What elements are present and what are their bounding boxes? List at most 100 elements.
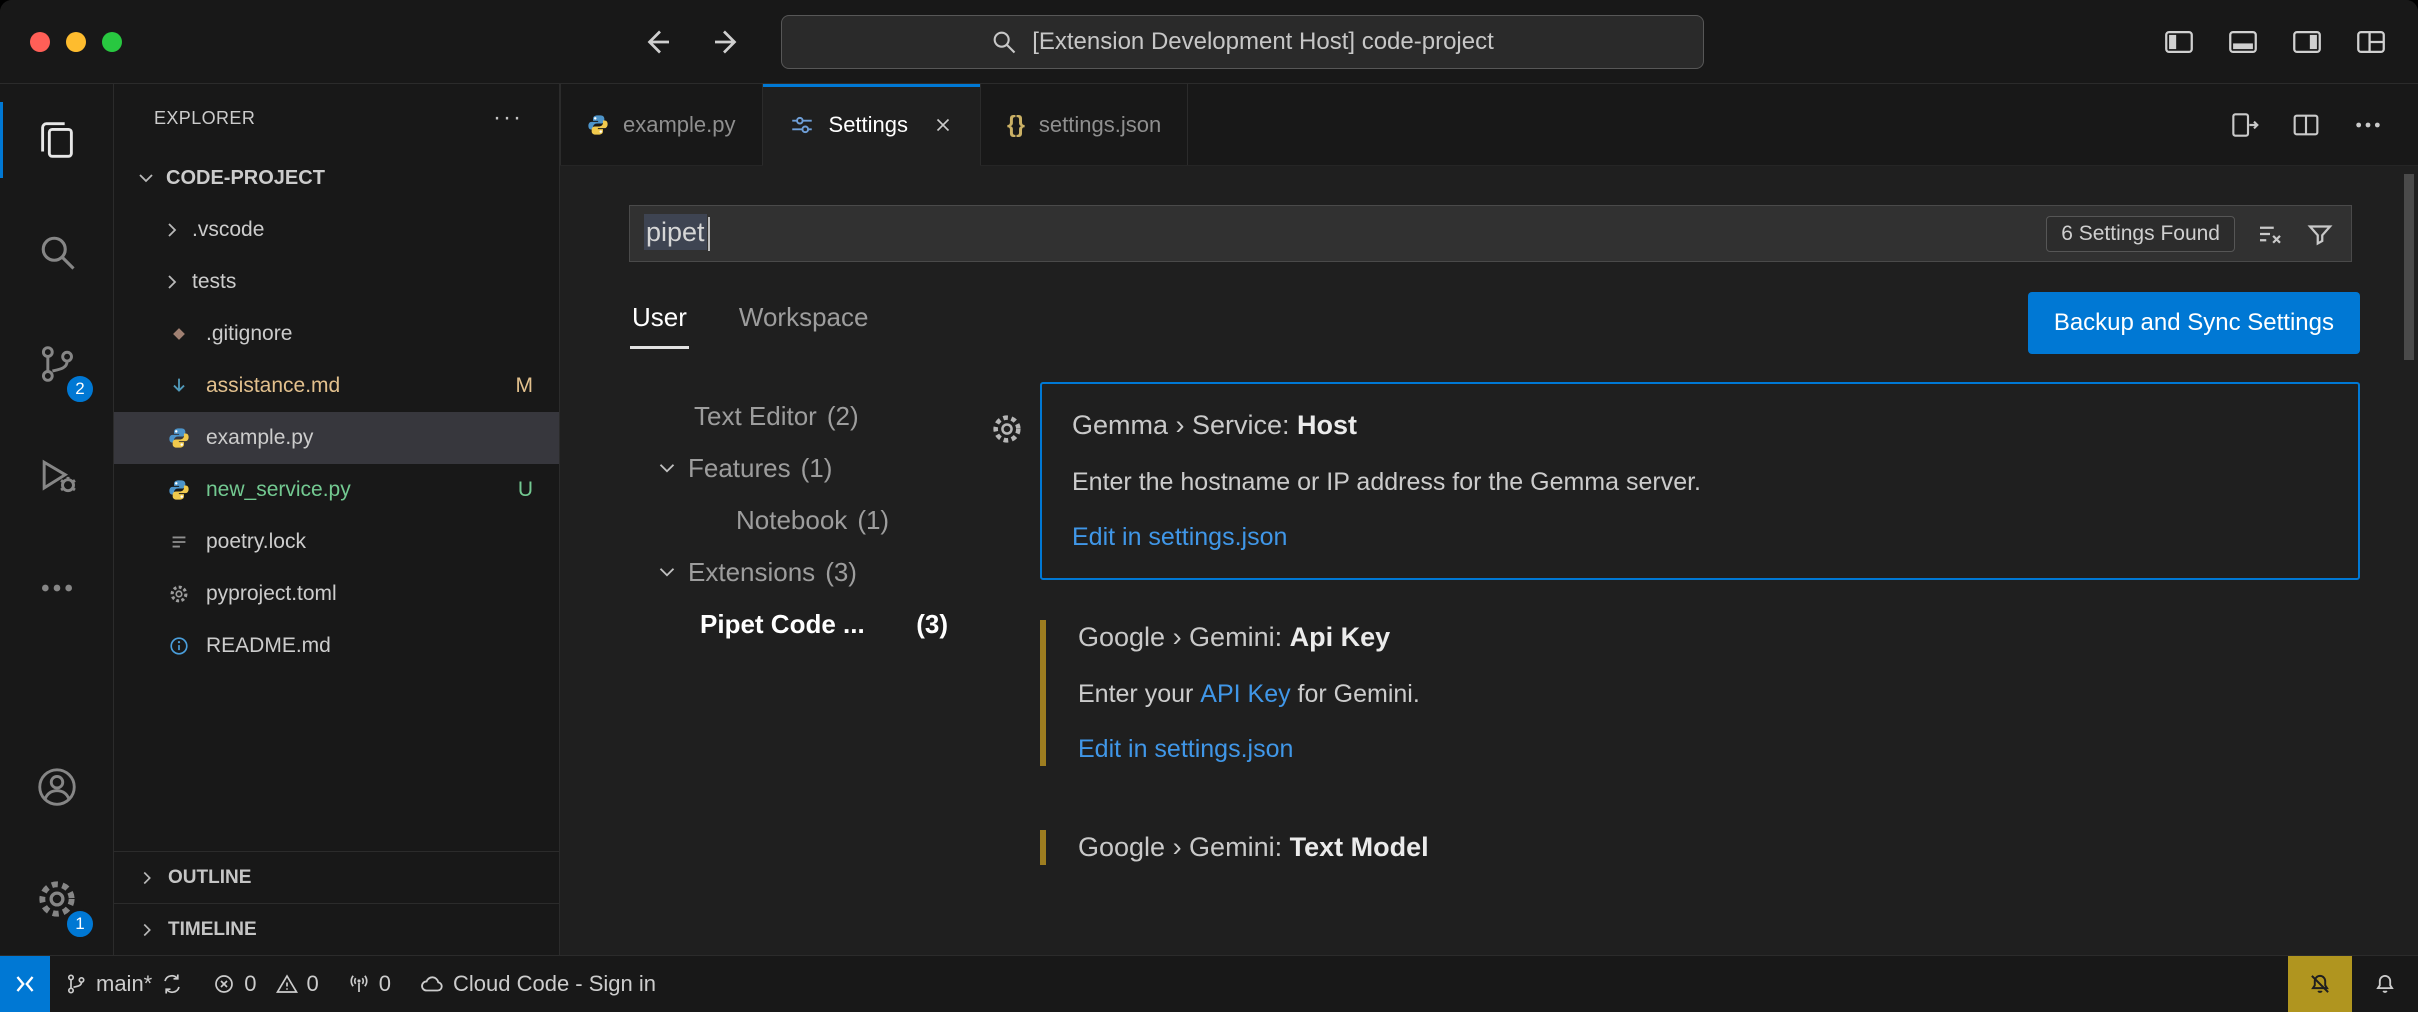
activity-accounts[interactable] <box>0 731 113 843</box>
scm-badge: 2 <box>65 374 95 404</box>
scope-tab-user[interactable]: User <box>630 292 689 349</box>
toc-extensions[interactable]: Extensions (3) <box>630 546 1000 598</box>
settings-list: Gemma › Service: Host Enter the hostname… <box>1040 382 2360 955</box>
setting-item-gemma-service-host[interactable]: Gemma › Service: Host Enter the hostname… <box>1040 382 2360 580</box>
chevron-down-icon <box>654 455 680 481</box>
toc-label: Text Editor <box>694 401 817 432</box>
file-tree: CODE-PROJECT .vscode tests <box>114 152 559 672</box>
file-label: example.py <box>206 426 313 450</box>
settings-search-input[interactable]: pipet 6 Settings Found <box>629 205 2352 262</box>
tab-settings[interactable]: Settings <box>763 84 982 165</box>
edit-in-settings-json-link[interactable]: Edit in settings.json <box>1072 523 1287 552</box>
toc-features[interactable]: Features (1) <box>630 442 1000 494</box>
activity-search[interactable] <box>0 196 113 308</box>
git-branch-status[interactable]: main* <box>50 956 198 1012</box>
bell-icon <box>2372 971 2398 997</box>
setting-category: Google › Gemini: <box>1078 622 1290 652</box>
setting-description: for Gemini. <box>1291 680 1420 708</box>
setting-name: Text Model <box>1290 832 1429 862</box>
split-editor-icon[interactable] <box>2290 109 2322 141</box>
error-count: 0 <box>244 971 256 997</box>
branch-icon <box>64 972 88 996</box>
setting-gear-icon[interactable] <box>990 412 1024 446</box>
git-file-icon <box>166 324 192 344</box>
warning-count: 0 <box>307 971 319 997</box>
toggle-primary-sidebar-icon[interactable] <box>2162 25 2196 59</box>
timeline-section-header[interactable]: TIMELINE <box>114 903 559 955</box>
cloud-code-signin[interactable]: Cloud Code - Sign in <box>405 956 670 1012</box>
activity-source-control[interactable]: 2 <box>0 308 113 420</box>
outline-section-header[interactable]: OUTLINE <box>114 851 559 903</box>
remote-indicator[interactable] <box>0 956 50 1012</box>
json-file-icon: {} <box>1007 111 1025 138</box>
setting-name: Api Key <box>1290 622 1391 652</box>
tree-item-example-py[interactable]: example.py <box>114 412 559 464</box>
activity-explorer[interactable] <box>0 84 113 196</box>
warning-icon <box>275 972 299 996</box>
tab-label: example.py <box>623 112 736 138</box>
scope-tab-workspace[interactable]: Workspace <box>737 292 871 349</box>
tab-example-py[interactable]: example.py <box>560 84 763 165</box>
close-tab-icon[interactable] <box>932 114 954 136</box>
toc-text-editor[interactable]: Text Editor (2) <box>630 390 1000 442</box>
edit-in-settings-json-link[interactable]: Edit in settings.json <box>1078 735 1293 764</box>
chevron-right-icon <box>136 867 158 889</box>
fullscreen-window-button[interactable] <box>102 32 122 52</box>
chevron-right-icon <box>160 270 184 294</box>
tree-item-gitignore[interactable]: .gitignore <box>114 308 559 360</box>
minimize-window-button[interactable] <box>66 32 86 52</box>
activity-run-debug[interactable] <box>0 420 113 532</box>
tree-item-new-service-py[interactable]: new_service.py U <box>114 464 559 516</box>
tree-item-poetry-lock[interactable]: poetry.lock <box>114 516 559 568</box>
more-actions-icon[interactable] <box>2352 109 2384 141</box>
do-not-disturb-indicator[interactable] <box>2288 956 2352 1012</box>
open-settings-json-icon[interactable] <box>2228 109 2260 141</box>
toc-label: Notebook <box>736 505 847 536</box>
cloud-code-label: Cloud Code - Sign in <box>453 971 656 997</box>
setting-item-google-gemini-api-key[interactable]: Google › Gemini: Api Key Enter your API … <box>1040 596 2360 790</box>
toc-notebook[interactable]: Notebook (1) <box>630 494 1000 546</box>
notifications-bell[interactable] <box>2352 956 2418 1012</box>
titlebar: [Extension Development Host] code-projec… <box>0 0 2418 84</box>
activity-settings[interactable]: 1 <box>0 843 113 955</box>
forward-button[interactable] <box>709 24 745 60</box>
tab-settings-json[interactable]: {} settings.json <box>981 84 1188 165</box>
tree-root-folder[interactable]: CODE-PROJECT <box>114 152 559 204</box>
setting-description: Enter your <box>1078 680 1200 708</box>
settings-scope-tabs: User Workspace <box>630 292 870 349</box>
filter-icon[interactable] <box>2305 219 2335 249</box>
setting-name: Host <box>1297 410 1357 440</box>
activity-more[interactable] <box>0 532 113 644</box>
clear-filters-icon[interactable] <box>2255 219 2285 249</box>
tree-item-pyproject-toml[interactable]: pyproject.toml <box>114 568 559 620</box>
command-center[interactable]: [Extension Development Host] code-projec… <box>781 15 1704 69</box>
explorer-more-actions-icon[interactable]: ··· <box>493 104 523 132</box>
backup-sync-settings-button[interactable]: Backup and Sync Settings <box>2028 292 2360 354</box>
back-button[interactable] <box>639 24 675 60</box>
tab-label: Settings <box>829 112 909 138</box>
api-key-link[interactable]: API Key <box>1200 675 1290 713</box>
tree-item-readme-md[interactable]: README.md <box>114 620 559 672</box>
problems-status[interactable]: 0 0 <box>198 956 333 1012</box>
traffic-lights <box>30 32 180 52</box>
settings-count-badge: 6 Settings Found <box>2046 216 2235 252</box>
toc-pipet-code[interactable]: Pipet Code ... (3) <box>630 598 1000 650</box>
toggle-secondary-sidebar-icon[interactable] <box>2290 25 2324 59</box>
cloud-icon <box>419 971 445 997</box>
bell-slash-icon <box>2307 971 2333 997</box>
settings-badge: 1 <box>65 909 95 939</box>
tree-item-vscode[interactable]: .vscode <box>114 204 559 256</box>
file-label: README.md <box>206 634 331 658</box>
ports-status[interactable]: 0 <box>333 956 405 1012</box>
close-window-button[interactable] <box>30 32 50 52</box>
setting-item-google-gemini-text-model[interactable]: Google › Gemini: Text Model <box>1040 806 2360 889</box>
customize-layout-icon[interactable] <box>2354 25 2388 59</box>
account-icon <box>34 764 80 810</box>
tree-item-tests[interactable]: tests <box>114 256 559 308</box>
tree-item-assistance-md[interactable]: assistance.md M <box>114 360 559 412</box>
ellipsis-icon <box>37 568 77 608</box>
scrollbar-thumb[interactable] <box>2404 174 2414 360</box>
chevron-right-icon <box>160 218 184 242</box>
toggle-panel-icon[interactable] <box>2226 25 2260 59</box>
toc-count: (3) <box>825 557 857 588</box>
